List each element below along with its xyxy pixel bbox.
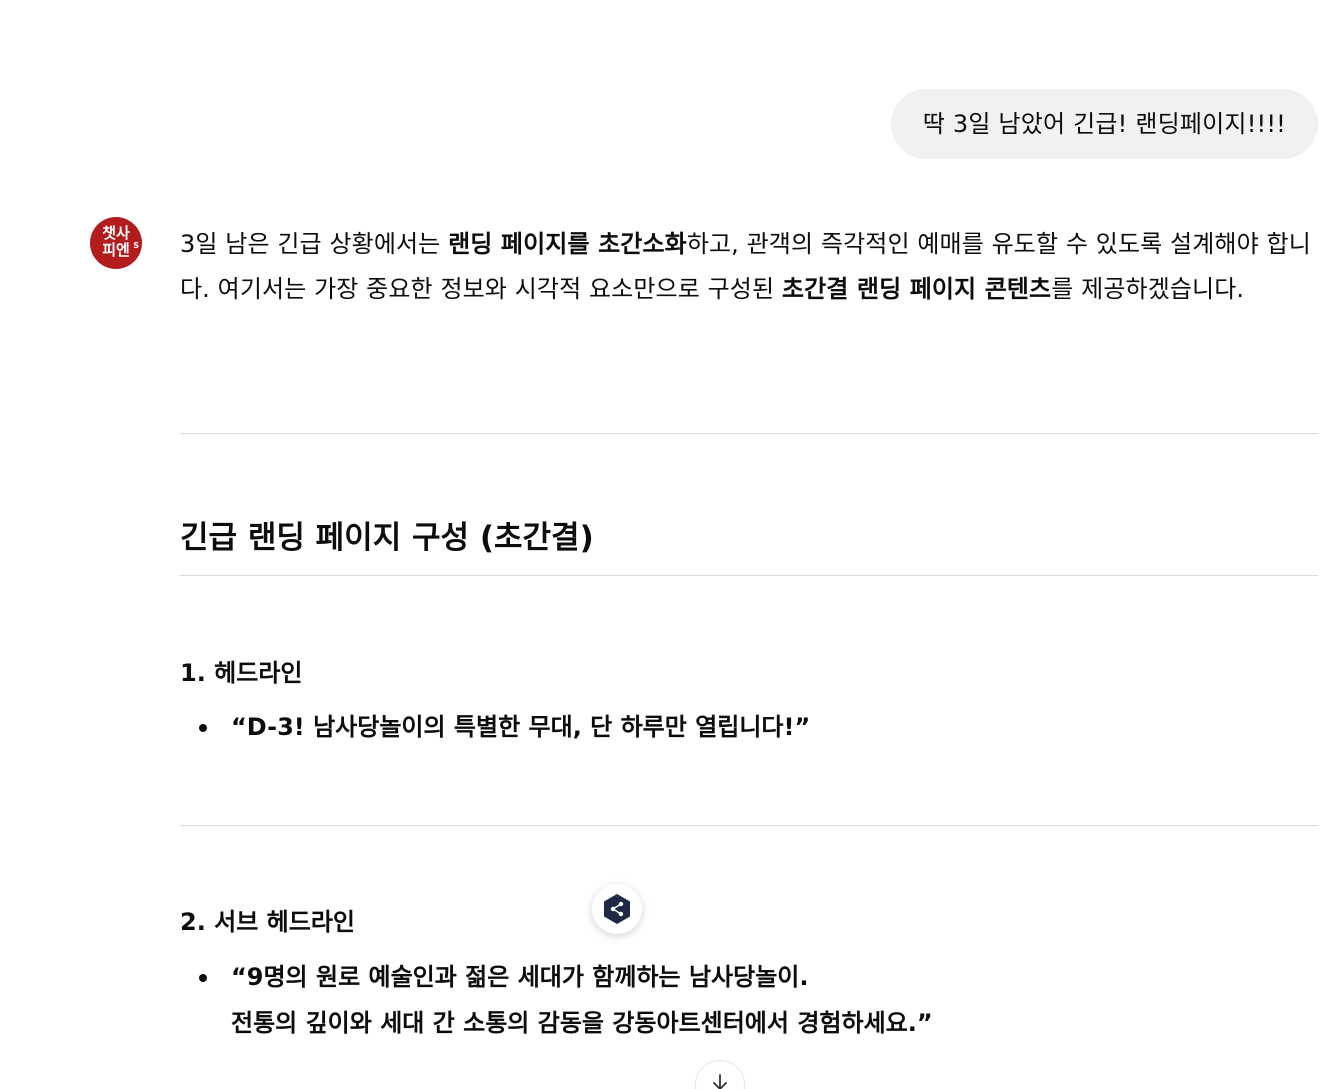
bullet-dot (199, 974, 207, 982)
chat-page: 딱 3일 남았어 긴급! 랜딩페이지!!!! 챗사 피엔 S 3일 남은 긴급 … (0, 0, 1337, 1089)
assistant-message: 3일 남은 긴급 상황에서는 랜딩 페이지를 초간소화하고, 관객의 즉각적인 … (180, 222, 1320, 312)
user-message-bubble: 딱 3일 남았어 긴급! 랜딩페이지!!!! (890, 89, 1318, 159)
list-item-text-line2: 전통의 깊이와 세대 간 소통의 감동을 강동아트센터에서 경험하세요.” (231, 1009, 933, 1037)
intro-text-1: 3일 남은 긴급 상황에서는 (180, 230, 449, 258)
extension-float-button[interactable] (592, 884, 642, 934)
list-item-text-line1: “9명의 원로 예술인과 젊은 세대가 함께하는 남사당놀이. (231, 963, 809, 991)
assistant-avatar: 챗사 피엔 S (90, 217, 142, 269)
intro-bold-2: 초간결 랜딩 페이지 콘텐츠 (781, 275, 1052, 303)
share-hexagon-icon (604, 894, 630, 924)
section-title-underline (180, 575, 1318, 576)
list-item: “9명의 원로 예술인과 젊은 세대가 함께하는 남사당놀이. 전통의 깊이와 … (180, 954, 933, 1046)
divider (180, 433, 1318, 434)
bullet-dot (199, 724, 207, 732)
section-heading-2: 2. 서브 헤드라인 (180, 908, 356, 936)
intro-bold-1: 랜딩 페이지를 초간소화 (448, 230, 687, 258)
section-2-list: “9명의 원로 예술인과 젊은 세대가 함께하는 남사당놀이. 전통의 깊이와 … (180, 954, 933, 1046)
avatar-text-line1: 챗사 (102, 224, 130, 242)
divider (180, 825, 1318, 826)
list-item: “D-3! 남사당놀이의 특별한 무대, 단 하루만 열립니다!” (180, 704, 810, 750)
assistant-intro-paragraph: 3일 남은 긴급 상황에서는 랜딩 페이지를 초간소화하고, 관객의 즉각적인 … (180, 222, 1320, 312)
avatar-superscript: S (133, 241, 139, 250)
intro-text-3: 를 제공하겠습니다. (1051, 275, 1245, 303)
list-item-text: “D-3! 남사당놀이의 특별한 무대, 단 하루만 열립니다!” (231, 713, 811, 741)
section-heading-1: 1. 헤드라인 (180, 659, 303, 687)
arrow-down-icon (713, 1074, 727, 1089)
section-title: 긴급 랜딩 페이지 구성 (초간결) (180, 520, 594, 556)
section-1-list: “D-3! 남사당놀이의 특별한 무대, 단 하루만 열립니다!” (180, 704, 810, 750)
scroll-down-button[interactable] (695, 1060, 745, 1089)
